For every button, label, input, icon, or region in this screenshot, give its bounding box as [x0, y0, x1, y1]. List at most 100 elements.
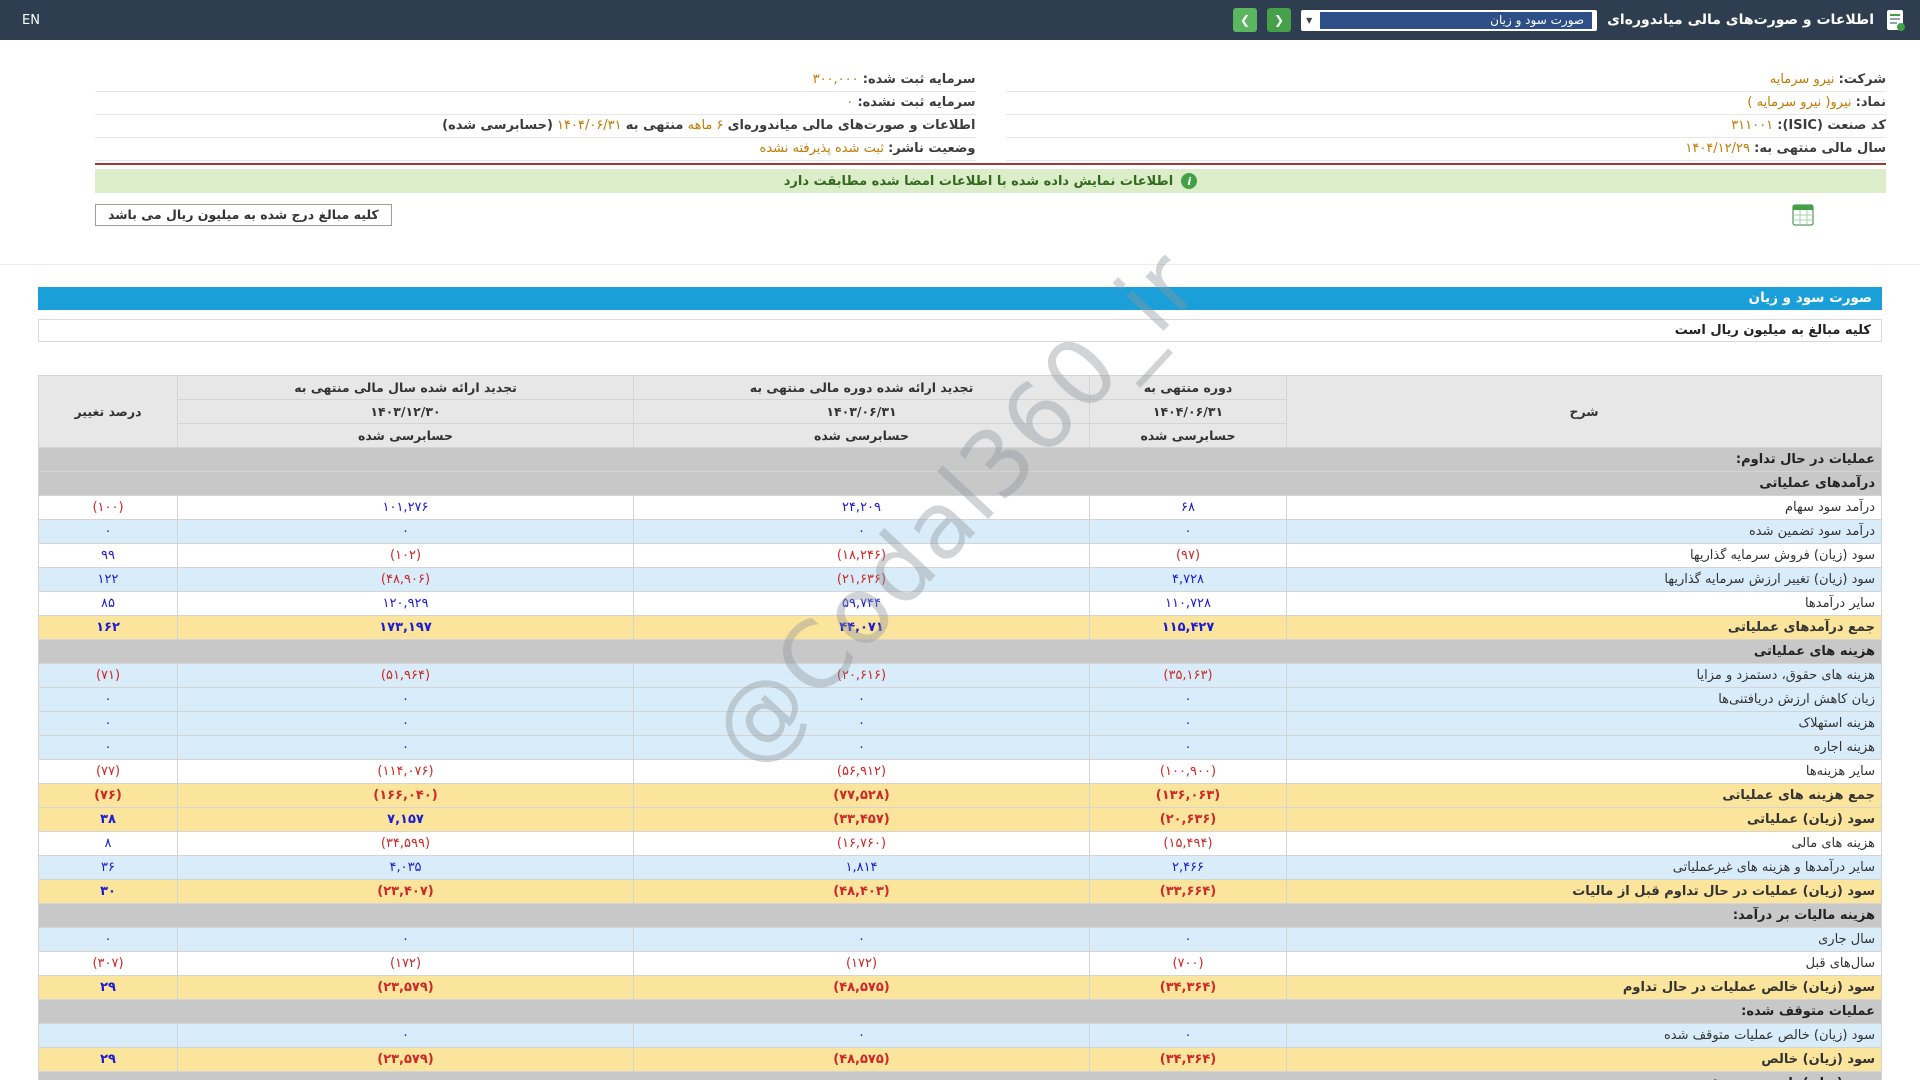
- cell-value: ۶۸: [1181, 500, 1195, 515]
- col-header-description: شرح: [1286, 375, 1882, 448]
- report-select[interactable]: صورت سود و زیان ▼: [1301, 9, 1598, 31]
- cell-value: ۰: [858, 932, 865, 947]
- nav-next-button[interactable]: ❯: [1233, 8, 1258, 32]
- value-cell: ۰: [633, 927, 1090, 952]
- row-description: درآمد سود تضمین شده: [1286, 519, 1882, 544]
- table-row: سود (زیان) خالص عملیات در حال تداوم (۳۴,۳…: [38, 975, 1882, 1000]
- cell-value: (۳۵,۱۶۳): [1163, 668, 1213, 683]
- cell-value: ۹۹: [101, 548, 115, 563]
- section-label: هزینه مالیات بر درآمد:: [38, 903, 1882, 928]
- value-cell: ۱,۸۱۴: [633, 855, 1090, 880]
- value-cell: (۱۵,۴۹۴): [1089, 831, 1287, 856]
- section-row: عملیات در حال تداوم:: [38, 447, 1882, 472]
- value-cell: (۴۸,۵۷۵): [633, 975, 1090, 1000]
- company-info: شرکت: نیرو سرمایه نماد: نیرو( نیرو سرمای…: [95, 69, 1886, 226]
- table-row: سود (زیان) خالص (۳۴,۳۶۴) (۴۸,۵۷۵) (۲۳,۵۷۹) ۲…: [38, 1047, 1882, 1072]
- table-row: هزینه های مالی (۱۵,۴۹۴) (۱۶,۷۶۰) (۳۴,۵۹۹) ۸: [38, 831, 1882, 856]
- cell-value: (۴۸,۵۷۵): [833, 980, 890, 995]
- cell-value: ۱۲۲: [97, 572, 119, 587]
- value-cell: ۴۴,۰۷۱: [633, 615, 1090, 640]
- publisher-status-label: وضعیت ناشر:: [888, 141, 976, 156]
- section-divider: [0, 264, 1920, 265]
- value-cell: (۴۸,۵۷۵): [633, 1047, 1090, 1072]
- value-cell: (۲۰,۶۳۶): [1089, 807, 1287, 832]
- cell-value: (۳۴,۳۶۴): [1159, 980, 1217, 995]
- col-header-restated-period-title: تجدید ارائه شده دوره مالی منتهی به: [633, 375, 1090, 400]
- value-cell: (۱۷۲): [177, 951, 634, 976]
- table-row: سود (زیان) فروش سرمایه گذاریها (۹۷) (۱۸,۲۴…: [38, 543, 1882, 568]
- company-label: شرکت:: [1838, 72, 1886, 87]
- statement-title-bar: صورت سود و زیان: [38, 287, 1882, 310]
- row-description: هزینه های حقوق، دستمزد و مزایا: [1286, 663, 1882, 688]
- value-cell: (۷۷,۵۲۸): [633, 783, 1090, 808]
- header-date: ۱۴۰۳/۰۶/۳۱: [826, 404, 897, 419]
- change-percent-cell: ۹۹: [38, 543, 178, 568]
- cell-value: ۰: [1184, 692, 1192, 707]
- change-percent-cell: (۱۰۰): [38, 495, 178, 520]
- cell-value: ۴,۷۲۸: [1171, 572, 1205, 587]
- company-value: نیرو سرمایه: [1769, 72, 1835, 87]
- cell-value: (۴۸,۹۰۶): [380, 572, 431, 587]
- cell-value: ۱۱۰,۷۲۸: [1164, 596, 1212, 611]
- period-end-date: ۱۴۰۴/۰۶/۳۱: [557, 118, 622, 133]
- nav-previous-button[interactable]: ❮: [1267, 8, 1292, 32]
- statement-table: شرح دوره منتهی به تجدید ارائه شده دوره م…: [38, 375, 1882, 1080]
- value-cell: ۲۴,۲۰۹: [633, 495, 1090, 520]
- section-row: هزینه های عملیاتی: [38, 639, 1882, 664]
- row-description: سود (زیان) تغییر ارزش سرمایه گذاریها: [1286, 567, 1882, 592]
- col-header-restated-period-audit: حسابرسی شده: [633, 423, 1090, 448]
- publisher-status-value: ثبت شده پذیرفته نشده: [759, 141, 884, 156]
- info-icon: i: [1181, 173, 1198, 189]
- value-cell: ۰: [633, 687, 1090, 712]
- table-row: سایر درآمدها و هزینه های غیرعملیاتی ۲,۴۶۶…: [38, 855, 1882, 880]
- cell-value: (۷۰۰): [1172, 956, 1204, 971]
- unregistered-capital-value: ۰: [846, 95, 854, 110]
- cell-value: (۱۵,۴۹۴): [1163, 836, 1213, 851]
- cell-value: ۲۴,۲۰۹: [841, 500, 882, 515]
- language-toggle[interactable]: EN: [22, 13, 40, 28]
- row-description: سایر درآمدها و هزینه های غیرعملیاتی: [1286, 855, 1882, 880]
- cell-value: (۷۱): [95, 668, 121, 683]
- statement-table-body: عملیات در حال تداوم: درآمدهای عملیاتی درآم…: [38, 447, 1882, 1080]
- registered-capital-value: ۳۰۰,۰۰۰: [812, 72, 859, 87]
- row-description: درآمد سود سهام: [1286, 495, 1882, 520]
- cell-value: ۱,۸۱۴: [845, 860, 878, 875]
- change-percent-cell: (۷۶): [38, 783, 178, 808]
- value-cell: (۱۳۶,۰۶۳): [1089, 783, 1287, 808]
- value-cell: (۲۱,۶۳۶): [633, 567, 1090, 592]
- cell-value: ۰: [402, 692, 409, 707]
- row-description: هزینه های مالی: [1286, 831, 1882, 856]
- value-cell: ۰: [1089, 711, 1287, 736]
- cell-value: ۰: [104, 716, 112, 731]
- publisher-status-row: وضعیت ناشر: ثبت شده پذیرفته نشده: [95, 138, 976, 161]
- value-cell: (۱۰۲): [177, 543, 634, 568]
- isic-value: ۳۱۱۰۰۱: [1731, 118, 1774, 133]
- maroon-divider: [95, 163, 1886, 165]
- excel-export-button[interactable]: [1792, 204, 1814, 226]
- value-cell: (۳۴,۳۶۴): [1089, 1047, 1287, 1072]
- value-cell: ۰: [1089, 735, 1287, 760]
- change-percent-cell: ۲۹: [38, 1047, 178, 1072]
- change-percent-cell: (۷۱): [38, 663, 178, 688]
- period-info-row: اطلاعات و صورت‌های مالی میاندوره‌ای ۶ ما…: [95, 115, 976, 138]
- change-percent-cell: ۰: [38, 735, 178, 760]
- cell-value: (۴۸,۵۷۵): [833, 1052, 890, 1067]
- cell-value: (۷۶): [94, 788, 122, 803]
- cell-value: (۱۸,۲۴۶): [836, 548, 887, 563]
- chevron-down-icon: ▼: [1306, 15, 1313, 25]
- value-cell: (۳۳,۴۵۷): [633, 807, 1090, 832]
- value-cell: ۷,۱۵۷: [177, 807, 634, 832]
- cell-value: ۱۰۱,۲۷۶: [382, 500, 429, 515]
- cell-value: ۰: [858, 692, 865, 707]
- value-cell: (۱۱۴,۰۷۶): [177, 759, 634, 784]
- table-row: هزینه های حقوق، دستمزد و مزایا (۳۵,۱۶۳) (۲…: [38, 663, 1882, 688]
- value-cell: ۰: [633, 1023, 1090, 1048]
- table-row: سود (زیان) عملیاتی (۲۰,۶۳۶) (۳۳,۴۵۷) ۷,۱۵۷ ۳…: [38, 807, 1882, 832]
- change-percent-cell: ۰: [38, 687, 178, 712]
- value-cell: ۰: [633, 735, 1090, 760]
- value-cell: ۰: [177, 927, 634, 952]
- change-percent-cell: ۸۵: [38, 591, 178, 616]
- table-row: سایر درآمدها ۱۱۰,۷۲۸ ۵۹,۷۴۴ ۱۲۰,۹۲۹ ۸۵: [38, 591, 1882, 616]
- table-row: سال‌های قبل (۷۰۰) (۱۷۲) (۱۷۲) (۳۰۷): [38, 951, 1882, 976]
- change-percent-cell: ۰: [38, 927, 178, 952]
